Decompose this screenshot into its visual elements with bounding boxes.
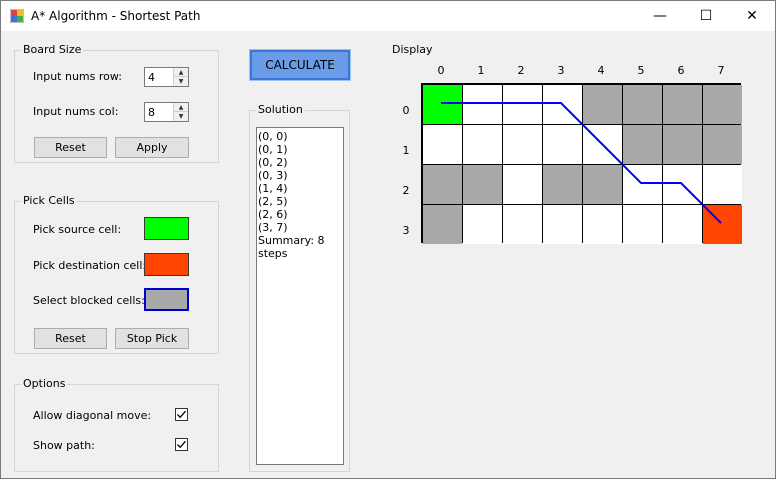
minimize-icon: — [653,8,667,24]
options-group: Options Allow diagonal move: Show path: [14,377,219,472]
solution-line: (2, 6) [258,208,288,221]
column-label: 5 [637,64,645,77]
path-line [441,102,722,224]
minimize-button[interactable]: — [637,1,683,31]
app-window: A* Algorithm - Shortest Path — ☐ ✕ Board… [0,0,776,479]
solution-line: (3, 7) [258,221,288,234]
show-path-checkbox[interactable] [175,438,188,451]
pick-reset-button[interactable]: Reset [34,328,107,349]
column-label: 1 [477,64,485,77]
solution-line: (0, 0) [258,130,288,143]
path-overlay [441,102,722,224]
blocked-color-swatch[interactable] [144,288,189,311]
solution-line: (0, 3) [258,169,288,182]
checkmark-icon [177,440,186,449]
solution-line: (0, 2) [258,156,288,169]
row-label: 2 [402,184,410,197]
solution-line: Summary: 8 steps [258,234,325,260]
rows-stepper[interactable]: 4 ▲ ▼ [144,67,189,87]
board-reset-button[interactable]: Reset [34,137,107,158]
column-label: 7 [717,64,725,77]
solution-legend: Solution [256,103,305,116]
stop-pick-button[interactable]: Stop Pick [115,328,189,349]
rows-stepper-arrows: ▲ ▼ [173,68,188,86]
diagonal-checkbox[interactable] [175,408,188,421]
maximize-button[interactable]: ☐ [683,1,729,31]
close-icon: ✕ [746,8,758,24]
checkmark-icon [177,410,186,419]
apply-button[interactable]: Apply [115,137,189,158]
rows-down-icon[interactable]: ▼ [174,77,188,86]
column-label: 3 [557,64,565,77]
source-label: Pick source cell: [33,223,122,236]
cols-label: Input nums col: [33,105,119,118]
board-size-legend: Board Size [21,43,84,56]
cols-down-icon[interactable]: ▼ [174,112,188,121]
column-label: 4 [597,64,605,77]
app-icon [10,9,24,23]
options-legend: Options [21,377,68,390]
board-size-group: Board Size Input nums row: 4 ▲ ▼ Input n… [14,43,219,163]
title-bar: A* Algorithm - Shortest Path — ☐ ✕ [1,1,775,31]
column-label: 2 [517,64,525,77]
diagonal-label: Allow diagonal move: [33,409,152,422]
close-button[interactable]: ✕ [729,1,775,31]
cols-value: 8 [148,106,155,119]
column-label: 6 [677,64,685,77]
solution-line: (2, 5) [258,195,288,208]
column-label: 0 [437,64,445,77]
cols-stepper[interactable]: 8 ▲ ▼ [144,102,189,122]
source-color-swatch[interactable] [144,217,189,240]
show-path-label: Show path: [33,439,95,452]
destination-label: Pick destination cell: [33,259,147,272]
destination-color-swatch[interactable] [144,253,189,276]
row-label: 0 [402,104,410,117]
row-label: 3 [402,224,410,237]
row-label: 1 [402,144,410,157]
window-title: A* Algorithm - Shortest Path [31,9,201,23]
solution-listbox[interactable]: (0, 0) (0, 1) (0, 2) (0, 3) (1, 4) (2, 5) (2, … [256,127,344,465]
solution-line: (0, 1) [258,143,288,156]
display-legend: Display [390,43,435,56]
pick-cells-legend: Pick Cells [21,194,77,207]
blocked-label: Select blocked cells: [33,294,145,307]
maximize-icon: ☐ [699,8,713,24]
rows-value: 4 [148,71,155,84]
cols-up-icon[interactable]: ▲ [174,103,188,112]
calculate-button[interactable]: CALCULATE [249,49,351,81]
rows-up-icon[interactable]: ▲ [174,68,188,77]
solution-line: (1, 4) [258,182,288,195]
rows-label: Input nums row: [33,70,122,83]
pick-cells-group: Pick Cells Pick source cell: Pick destin… [14,194,219,354]
cols-stepper-arrows: ▲ ▼ [173,103,188,121]
